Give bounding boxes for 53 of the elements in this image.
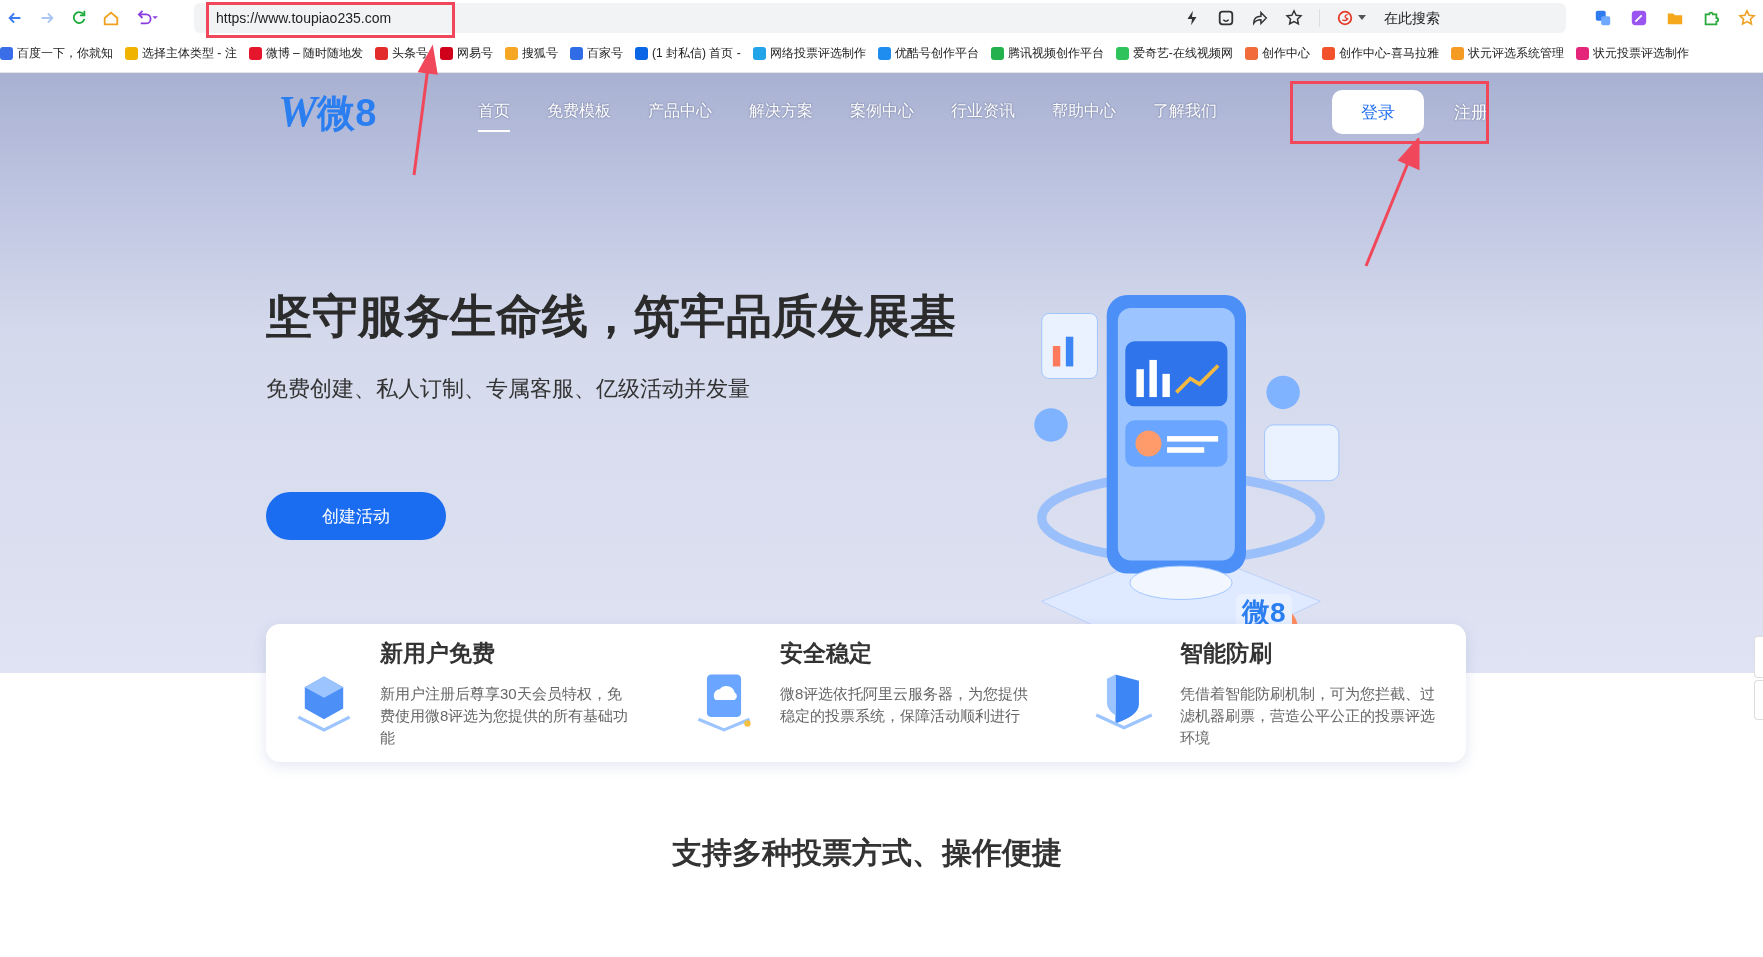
address-bar[interactable]: https://www.toupiao235.com 在此搜索 (194, 2, 1566, 33)
hero-subtitle: 免费创建、私人订制、专属客服、亿级活动并发量 (266, 375, 751, 403)
feature-title: 新用户免费 (380, 639, 496, 668)
bookmark-link[interactable]: 状元评选系统管理 (1467, 45, 1564, 62)
bookmark-favicon-icon[interactable] (248, 47, 262, 60)
bookmark-link[interactable]: 选择主体类型 - 注 (142, 45, 237, 62)
login-button[interactable]: 登录 (1332, 90, 1424, 134)
bookmark-favicon-icon[interactable] (375, 47, 388, 60)
hero-heading: 坚守服务生命线，筑牢品质发展基 (266, 289, 957, 344)
bookmark-link[interactable]: 搜狐号 (522, 45, 558, 62)
bookmark-link[interactable]: 微博 – 随时随地发 (265, 45, 363, 62)
bookmark-link[interactable]: 爱奇艺-在线视频网 (1132, 45, 1233, 62)
bookmark-link[interactable]: 百家号 (587, 45, 623, 62)
section-heading: 支持多种投票方式、操作便捷 (670, 835, 1063, 871)
bookmark-favicon-icon[interactable] (1321, 47, 1335, 60)
bookmark-favicon-icon[interactable] (1575, 47, 1589, 60)
star-add-icon[interactable] (1285, 8, 1303, 27)
bookmark-link[interactable]: 百度一下，你就知 (17, 45, 113, 62)
feature-description: 新用户注册后尊享30天会员特权，免费使用微8评选为您提供的所有基础功能 (380, 684, 630, 748)
bookmark-link[interactable]: 创作中心-喜马拉雅 (1338, 45, 1439, 62)
bookmark-favicon-icon[interactable] (440, 47, 453, 60)
translate-icon[interactable] (1594, 8, 1612, 27)
bookmark-favicon-icon[interactable] (570, 47, 583, 60)
bookmark-link[interactable]: 网易号 (457, 45, 493, 62)
bookmark-favicon-icon[interactable] (990, 47, 1004, 60)
bookmark-favicon-icon[interactable] (0, 47, 13, 60)
feature-description: 凭借着智能防刷机制，可为您拦截、过滤机器刷票，营造公平公正的投票评选环境 (1180, 684, 1435, 748)
bookmark-link[interactable]: 头条号 (392, 45, 428, 62)
star-icon[interactable] (1738, 8, 1756, 27)
bookmark-favicon-icon[interactable] (752, 47, 766, 60)
search-field[interactable]: 在此搜索 (1382, 8, 1556, 27)
feature-description: 微8评选依托阿里云服务器，为您提供稳定的投票系统，保障活动顺利进行 (780, 684, 1030, 726)
search-engine-icon[interactable] (1336, 8, 1354, 27)
bookmark-favicon-icon[interactable] (1450, 47, 1464, 60)
bookmark-link[interactable]: (1 封私信) 首页 - (652, 45, 741, 62)
bookmark-link[interactable]: 网络投票评选制作 (769, 45, 866, 62)
smiley-icon[interactable] (1217, 8, 1235, 27)
share-arrow-icon[interactable] (1251, 8, 1269, 27)
bookmark-favicon-icon[interactable] (1115, 47, 1129, 60)
create-activity-button[interactable]: 创建活动 (266, 492, 446, 540)
bookmark-link[interactable]: 优酷号创作平台 (894, 45, 979, 62)
reload-icon[interactable] (70, 8, 88, 27)
bookmark-favicon-icon[interactable] (1244, 47, 1258, 60)
feature-title: 智能防刷 (1180, 639, 1273, 668)
bookmark-favicon-icon[interactable] (877, 47, 891, 60)
url-text: https://www.toupiao235.com (216, 9, 393, 26)
bookmark-favicon-icon[interactable] (635, 47, 648, 60)
bookmark-link[interactable]: 状元投票评选制作 (1592, 45, 1689, 62)
feature-title: 安全稳定 (780, 639, 873, 668)
pencil-note-icon[interactable] (1630, 8, 1648, 27)
caret-icon[interactable] (1358, 14, 1366, 21)
bookmark-link[interactable]: 创作中心 (1261, 45, 1310, 62)
bookmark-link[interactable]: 腾讯视频创作平台 (1007, 45, 1104, 62)
